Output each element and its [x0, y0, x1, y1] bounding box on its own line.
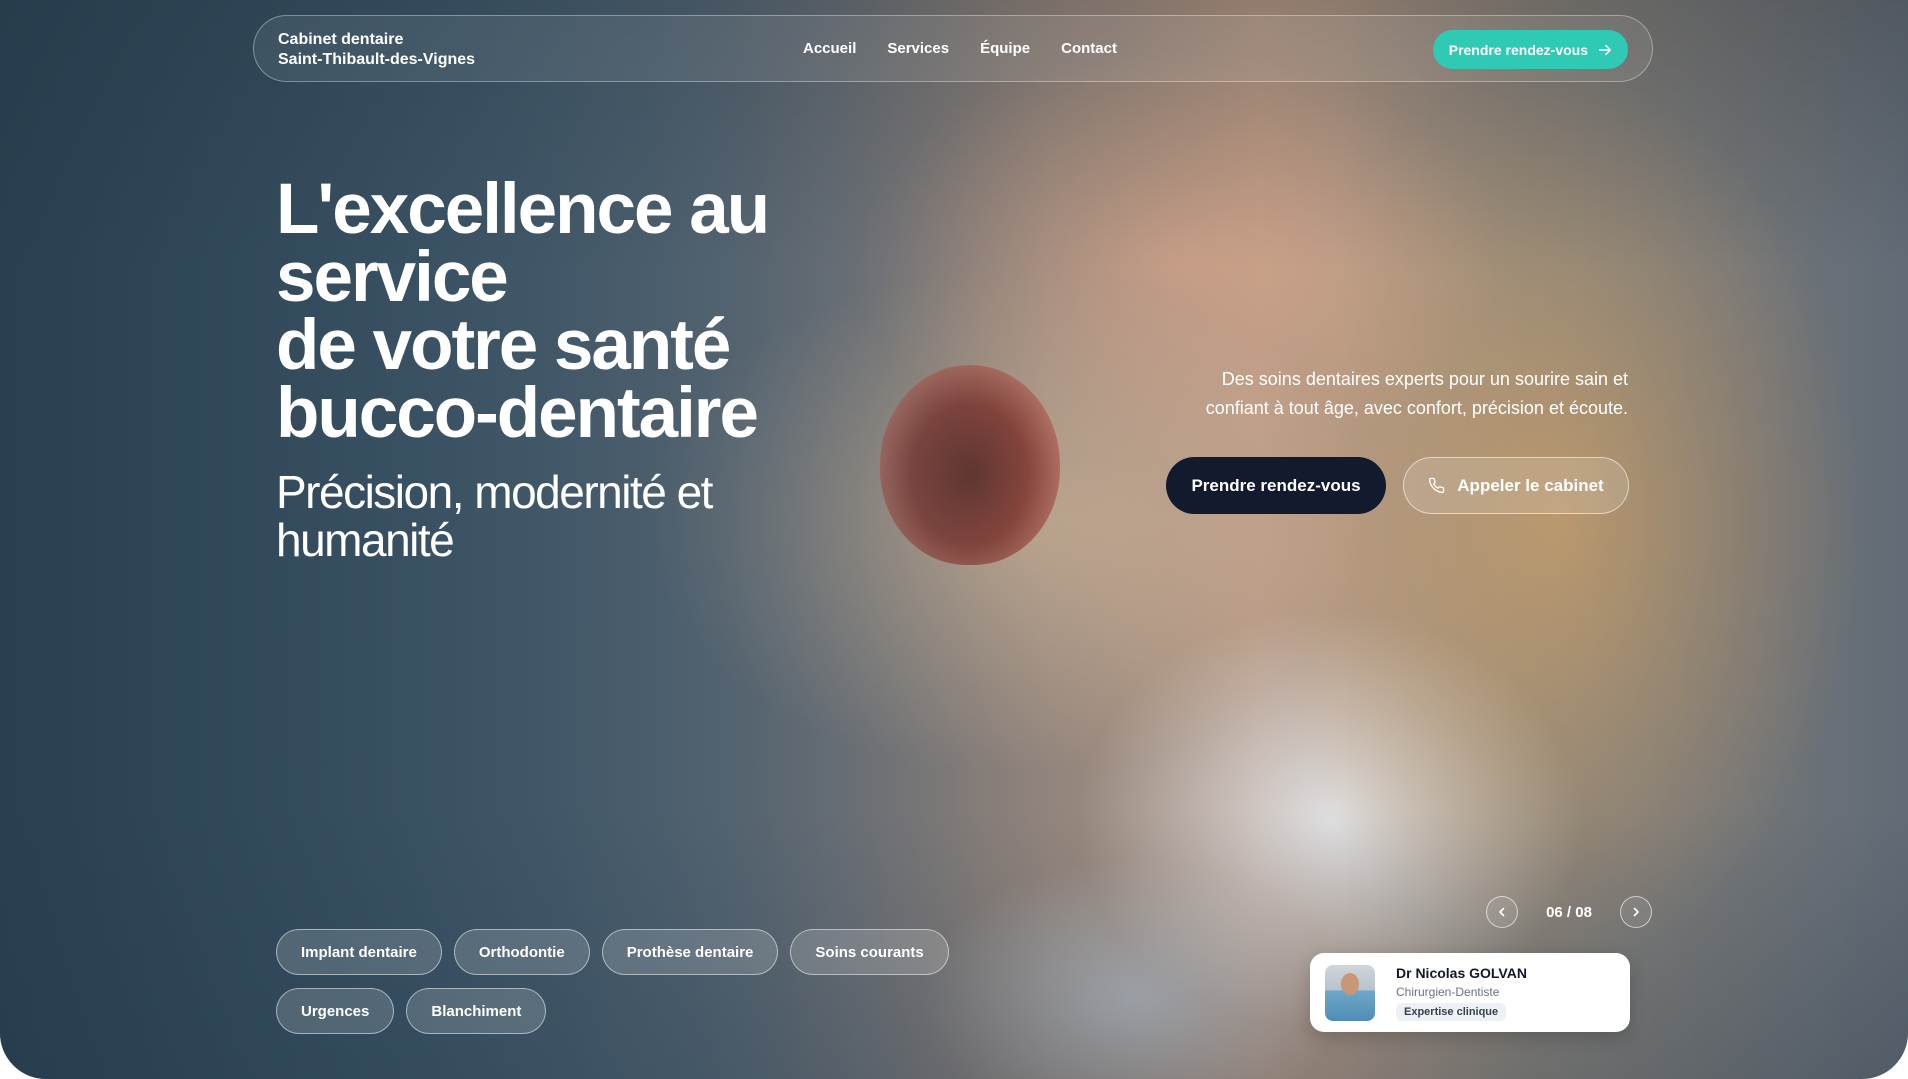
doctor-avatar: [1325, 965, 1375, 1021]
call-clinic-label: Appeler le cabinet: [1457, 475, 1604, 495]
tag-prothese-dentaire[interactable]: Prothèse dentaire: [601, 929, 779, 975]
headline-line-3: de votre santé: [276, 306, 731, 385]
doctor-expertise-badge: Expertise clinique: [1396, 1003, 1507, 1021]
doctor-role: Chirurgien-Dentiste: [1396, 985, 1500, 999]
tag-blanchiment[interactable]: Blanchiment: [406, 988, 547, 1034]
tag-implant-dentaire[interactable]: Implant dentaire: [276, 929, 442, 975]
phone-icon: [1429, 477, 1445, 494]
headline-line-4: bucco-dentaire: [276, 374, 759, 453]
headline-line-1: L'excellence au: [276, 170, 770, 249]
doctor-name: Dr Nicolas GOLVAN: [1396, 965, 1527, 981]
tag-orthodontie[interactable]: Orthodontie: [453, 929, 590, 975]
doctor-card[interactable]: Dr Nicolas GOLVAN Chirurgien-Dentiste Ex…: [1310, 953, 1630, 1032]
next-slide-button[interactable]: [1620, 896, 1652, 928]
site-header: Cabinet dentaire Saint-Thibault-des-Vign…: [253, 15, 1653, 82]
chevron-right-icon: [1633, 907, 1639, 917]
description-line-2: confiant à tout âge, avec confort, préci…: [1205, 398, 1628, 418]
call-clinic-button[interactable]: Appeler le cabinet: [1403, 457, 1629, 514]
hero-subheadline: Précision, modernité et humanité: [276, 468, 876, 564]
nav-link-contact[interactable]: Contact: [1061, 40, 1117, 57]
brand-line-1: Cabinet dentaire: [278, 31, 404, 48]
chevron-left-icon: [1499, 907, 1505, 917]
arrow-right-icon: [1598, 44, 1612, 55]
hero-appointment-button[interactable]: Prendre rendez-vous: [1166, 457, 1386, 514]
nav-link-services[interactable]: Services: [887, 40, 949, 57]
headline-line-2: service: [276, 238, 509, 317]
header-appointment-label: Prendre rendez-vous: [1448, 41, 1588, 58]
hero-description: Des soins dentaires experts pour un sour…: [1168, 365, 1628, 423]
slide-counter: 06 / 08: [1546, 903, 1592, 921]
subheadline-line-2: humanité: [276, 514, 455, 566]
brand-line-2: Saint-Thibault-des-Vignes: [278, 51, 476, 68]
nav-link-equipe[interactable]: Équipe: [980, 40, 1030, 57]
hero-headline: L'excellence au service de votre santé b…: [276, 170, 876, 453]
doctor-avatar-face: [1341, 973, 1359, 995]
nav-link-accueil[interactable]: Accueil: [803, 40, 856, 57]
header-appointment-button[interactable]: Prendre rendez-vous: [1432, 30, 1628, 69]
tag-urgences[interactable]: Urgences: [276, 988, 395, 1034]
slide-pager: 06 / 08: [1486, 896, 1652, 928]
previous-slide-button[interactable]: [1486, 896, 1518, 928]
main-nav: Accueil Services Équipe Contact: [803, 40, 1117, 57]
tag-soins-courants[interactable]: Soins courants: [790, 929, 949, 975]
services-tags: Implant dentaire Orthodontie Prothèse de…: [276, 929, 976, 1034]
description-line-1: Des soins dentaires experts pour un sour…: [1221, 369, 1628, 389]
brand-name[interactable]: Cabinet dentaire Saint-Thibault-des-Vign…: [278, 30, 475, 70]
subheadline-line-1: Précision, modernité et: [276, 466, 713, 518]
